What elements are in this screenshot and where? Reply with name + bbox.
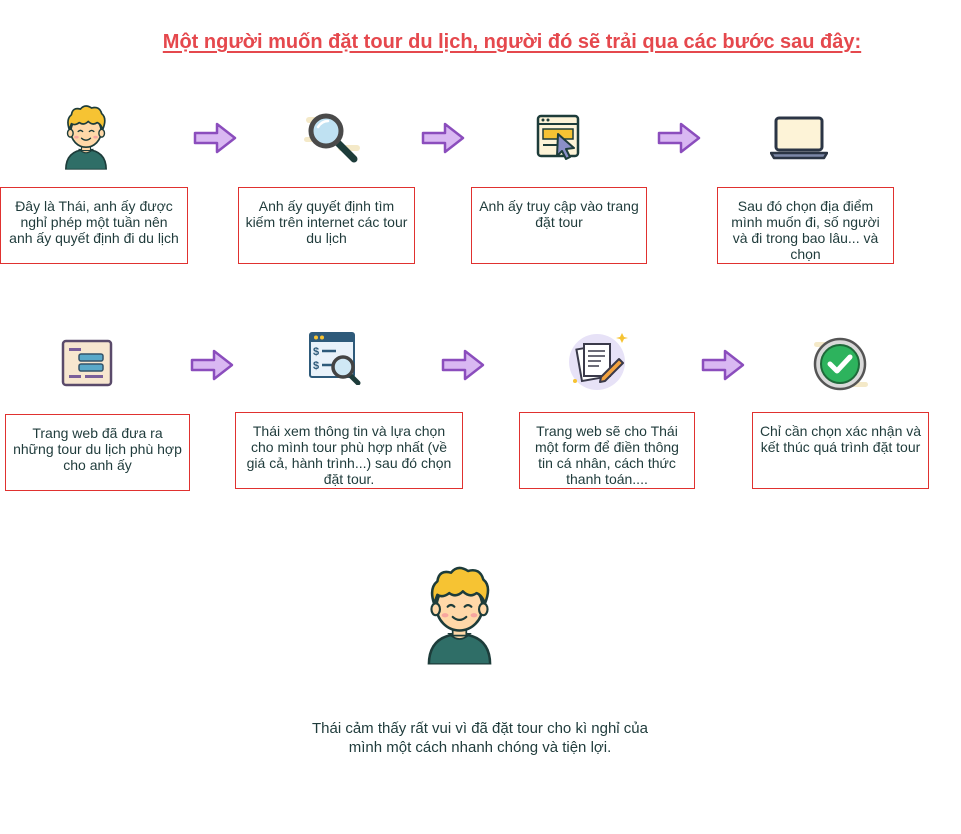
arrow-right-icon xyxy=(657,121,701,155)
boy-avatar-icon xyxy=(58,101,114,171)
svg-text:$: $ xyxy=(313,360,319,372)
magnifier-icon xyxy=(304,113,360,163)
arrow-right-icon xyxy=(190,348,234,382)
happy-boy-icon xyxy=(417,556,502,671)
arrow-right-icon xyxy=(441,348,485,382)
arrow-right-icon xyxy=(701,348,745,382)
svg-text:$: $ xyxy=(313,346,319,358)
checkmark-icon xyxy=(813,337,868,391)
laptop-icon xyxy=(770,116,828,160)
document-list-icon xyxy=(61,339,113,387)
form-pencil-icon xyxy=(569,333,628,390)
step-box-2: Anh ấy quyết định tìm kiếm trên internet… xyxy=(238,187,415,264)
arrow-right-icon xyxy=(421,121,465,155)
step-box-6: Thái xem thông tin và lựa chọn cho mình … xyxy=(235,412,463,489)
step-box-3: Anh ấy truy cập vào trang đặt tour xyxy=(471,187,647,264)
page-title: Một người muốn đặt tour du lịch, người đ… xyxy=(162,31,862,53)
step-box-7: Trang web sẽ cho Thái một form để điền t… xyxy=(519,412,695,489)
final-caption: Thái cảm thấy rất vui vì đã đặt tour cho… xyxy=(311,720,648,756)
price-search-icon: $ $ xyxy=(309,332,361,385)
step-box-5: Trang web đã đưa ra những tour du lịch p… xyxy=(5,414,190,491)
step-box-1: Đây là Thái, anh ấy được nghỉ phép một t… xyxy=(0,187,188,264)
step-box-4: Sau đó chọn địa điểm mình muốn đi, số ng… xyxy=(717,187,894,264)
step-box-8: Chỉ cần chọn xác nhận và kết thúc quá tr… xyxy=(752,412,929,489)
arrow-right-icon xyxy=(193,121,237,155)
browser-cursor-icon xyxy=(536,114,580,160)
